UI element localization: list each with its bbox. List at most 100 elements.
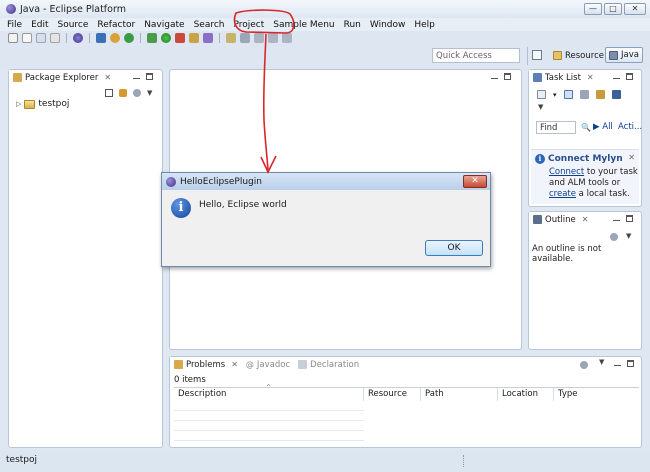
minimize-view-icon[interactable] — [613, 75, 620, 79]
column-resource[interactable]: Resource — [364, 388, 421, 401]
declaration-label: Declaration — [310, 359, 360, 370]
maximize-view-icon[interactable] — [627, 360, 634, 367]
new-task-dropdown-icon[interactable]: ▾ — [553, 91, 557, 99]
perspective-java-button[interactable]: Java — [605, 47, 643, 63]
run-icon[interactable] — [161, 33, 171, 43]
tab-package-explorer[interactable]: Package Explorer ✕ — [9, 70, 116, 85]
problems-filter-icon[interactable] — [580, 361, 588, 369]
minimize-view-icon[interactable] — [133, 75, 140, 79]
connect-mylyn-heading: Connect Mylyn — [548, 154, 623, 164]
open-icon[interactable] — [22, 33, 32, 43]
view-menu-icon[interactable]: ▼ — [538, 103, 543, 111]
connect-mylyn-text: Connect to your task and ALM tools or cr… — [549, 167, 639, 200]
maximize-button[interactable]: □ — [604, 3, 622, 15]
outline-filter-icon[interactable] — [610, 233, 618, 241]
forward-icon[interactable] — [268, 33, 278, 43]
eclipse-sample-icon[interactable] — [73, 33, 83, 43]
view-menu-icon[interactable]: ▼ — [626, 232, 631, 240]
menu-run[interactable]: Run — [344, 20, 361, 30]
close-window-button[interactable]: ✕ — [624, 3, 646, 15]
maximize-view-icon[interactable] — [626, 73, 633, 80]
search-icon[interactable]: 🔍 — [581, 123, 591, 132]
expand-arrow-icon[interactable]: ▷ — [16, 100, 21, 108]
tree-item-project[interactable]: ▷ testpoj — [16, 99, 69, 109]
close-tab-icon[interactable]: ✕ — [587, 73, 594, 82]
print-icon[interactable] — [50, 33, 60, 43]
create-link[interactable]: create — [549, 189, 576, 199]
debug-icon[interactable] — [147, 33, 157, 43]
minimize-editor-icon[interactable] — [491, 75, 498, 79]
toggle-icon[interactable] — [96, 33, 106, 43]
problems-icon — [174, 360, 183, 369]
menu-edit[interactable]: Edit — [31, 20, 48, 30]
tab-javadoc[interactable]: @ Javadoc — [242, 357, 294, 372]
menu-sample-menu[interactable]: Sample Menu — [273, 20, 334, 30]
task-find-input[interactable]: Find — [536, 121, 576, 134]
maximize-editor-icon[interactable] — [504, 73, 511, 80]
view-menu-icon[interactable]: ▼ — [147, 89, 152, 97]
menu-navigate[interactable]: Navigate — [144, 20, 184, 30]
minimize-button[interactable]: — — [584, 3, 602, 15]
new-java-project-icon[interactable] — [189, 33, 199, 43]
all-filter-link[interactable]: ▶ All — [593, 122, 613, 132]
sync-icon[interactable] — [611, 90, 621, 99]
tool-icon[interactable] — [110, 33, 120, 43]
minimize-view-icon[interactable] — [614, 362, 621, 366]
minimize-view-icon[interactable] — [613, 217, 620, 221]
tab-problems[interactable]: Problems ✕ — [170, 357, 242, 372]
back-icon[interactable] — [254, 33, 264, 43]
window-controls: — □ ✕ — [584, 3, 646, 15]
view-filter-icon[interactable] — [133, 89, 141, 97]
tab-task-list[interactable]: Task List ✕ — [529, 70, 598, 85]
problems-panel: Problems ✕ @ Javadoc Declaration ▼ 0 ite… — [169, 356, 642, 448]
quick-access-input[interactable]: Quick Access — [432, 48, 520, 63]
annotation-icon[interactable] — [240, 33, 250, 43]
problems-item-count: 0 items — [174, 375, 206, 385]
new-icon[interactable] — [8, 33, 18, 43]
close-tab-icon[interactable]: ✕ — [104, 73, 111, 82]
collapse-all-icon[interactable] — [105, 89, 113, 97]
maximize-view-icon[interactable] — [146, 73, 153, 80]
table-row — [174, 412, 364, 421]
last-edit-icon[interactable] — [282, 33, 292, 43]
link-with-editor-icon[interactable] — [119, 89, 127, 97]
tab-declaration[interactable]: Declaration — [294, 357, 363, 372]
menu-window[interactable]: Window — [370, 20, 406, 30]
ok-button[interactable]: OK — [425, 240, 483, 256]
column-description[interactable]: Description ^ — [174, 384, 364, 401]
categorized-icon[interactable] — [563, 90, 573, 99]
new-task-icon[interactable] — [537, 90, 546, 99]
open-perspective-icon[interactable] — [532, 50, 542, 60]
column-location[interactable]: Location — [498, 388, 554, 401]
connect-link[interactable]: Connect — [549, 167, 584, 177]
refresh-icon[interactable] — [124, 33, 134, 43]
search-tool-icon[interactable] — [226, 33, 236, 43]
menu-file[interactable]: File — [7, 20, 22, 30]
view-menu-icon[interactable]: ▼ — [599, 358, 604, 366]
scheduled-icon[interactable] — [579, 90, 589, 99]
menu-source[interactable]: Source — [58, 20, 89, 30]
dialog-close-button[interactable]: ✕ — [463, 175, 487, 188]
external-tools-icon[interactable] — [175, 33, 185, 43]
perspective-resource-button[interactable]: Resource — [551, 48, 606, 63]
menu-search[interactable]: Search — [194, 20, 225, 30]
javadoc-label: Javadoc — [256, 359, 291, 370]
close-tab-icon[interactable]: ✕ — [231, 360, 238, 369]
save-icon[interactable] — [36, 33, 46, 43]
close-tab-icon[interactable]: ✕ — [582, 215, 589, 224]
maximize-view-icon[interactable] — [626, 215, 633, 222]
message-dialog: HelloEclipsePlugin ✕ i Hello, Eclipse wo… — [161, 172, 491, 267]
new-package-icon[interactable] — [203, 33, 213, 43]
menu-help[interactable]: Help — [414, 20, 435, 30]
column-path[interactable]: Path — [421, 388, 498, 401]
menu-project[interactable]: Project — [233, 20, 264, 30]
package-explorer-icon — [13, 73, 22, 82]
menu-refactor[interactable]: Refactor — [97, 20, 135, 30]
info-icon: i — [535, 154, 545, 164]
close-mylyn-icon[interactable]: ✕ — [628, 153, 635, 162]
tab-outline[interactable]: Outline ✕ — [529, 212, 593, 227]
focus-icon[interactable] — [595, 90, 605, 99]
dialog-message: Hello, Eclipse world — [199, 200, 287, 210]
activate-link[interactable]: Acti... — [618, 122, 642, 132]
column-type[interactable]: Type — [554, 388, 639, 401]
